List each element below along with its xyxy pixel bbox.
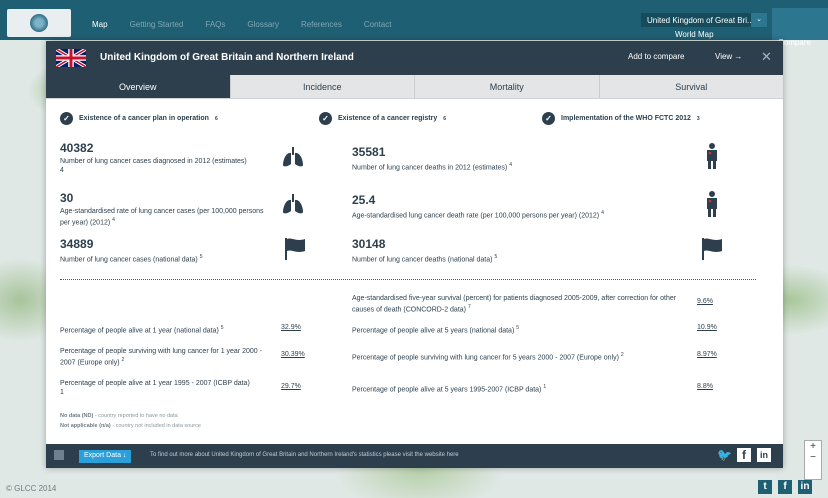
survival-concord-label: Age-standardised five-year survival (per… — [352, 295, 677, 314]
stat-value: 34889 — [60, 237, 94, 251]
glcc-logo[interactable] — [7, 9, 71, 37]
note-no-data: No data (ND) - country reported to have … — [60, 413, 178, 419]
uk-flag-icon — [56, 49, 86, 67]
check-label: Existence of a cancer plan in operation — [79, 115, 209, 122]
facebook-icon[interactable]: f — [737, 448, 751, 462]
flag-icon — [285, 238, 305, 260]
main-nav: Map Getting Started FAQs Glossary Refere… — [92, 20, 391, 29]
stat-cases-national: 34889 Number of lung cancer cases (natio… — [60, 237, 270, 264]
compare-panel-toggle[interactable]: Compare — [772, 8, 828, 47]
overview-content: ✓ Existence of a cancer plan in operatio… — [46, 99, 783, 444]
modal-social-icons: 🐦 f in — [717, 448, 771, 462]
tab-mortality[interactable]: Mortality — [415, 75, 600, 98]
survival-1yr-national-value[interactable]: 32.9% — [281, 324, 301, 331]
check-cancer-plan: ✓ Existence of a cancer plan in operatio… — [60, 112, 218, 125]
nav-contact[interactable]: Contact — [364, 20, 392, 29]
person-icon — [707, 191, 717, 217]
survival-1yr-icbp-value[interactable]: 29.7% — [281, 383, 301, 390]
twitter-icon[interactable]: 🐦 — [717, 448, 732, 462]
map-select-value: World Map — [675, 30, 714, 39]
nav-getting-started[interactable]: Getting Started — [130, 20, 184, 29]
check-icon: ✓ — [60, 112, 73, 125]
stat-value: 30148 — [352, 237, 386, 251]
stat-death-rate: 25.4 Age-standardised lung cancer death … — [352, 193, 682, 220]
modal-header: United Kingdom of Great Britain and Nort… — [46, 41, 783, 75]
chevron-down-icon: ⌄ — [751, 13, 767, 27]
country-select[interactable]: United Kingdom of Great Bri... ⌄ — [641, 13, 767, 27]
survival-5yr-national-label: Percentage of people alive at 5 years (n… — [352, 325, 520, 335]
check-cancer-registry: ✓ Existence of a cancer registry 6 — [319, 112, 446, 125]
modal-title: United Kingdom of Great Britain and Nort… — [100, 52, 354, 63]
survival-5yr-icbp-label: Percentage of people alive at 5 years 19… — [352, 384, 547, 394]
survival-5yr-icbp-value[interactable]: 8.8% — [697, 383, 713, 390]
survival-1yr-icbp-label: Percentage of people alive at 1 year 199… — [60, 380, 250, 396]
survival-5yr-national-value[interactable]: 10.9% — [697, 324, 717, 331]
country-modal: United Kingdom of Great Britain and Nort… — [46, 41, 783, 468]
facebook-icon[interactable]: f — [778, 480, 792, 494]
stat-deaths-national: 30148 Number of lung cancer deaths (nati… — [352, 237, 672, 264]
linkedin-icon[interactable]: in — [757, 448, 771, 462]
modal-footer: Export Data ↓ To find out more about Uni… — [46, 444, 783, 468]
survival-5yr-europe-value[interactable]: 8.97% — [697, 351, 717, 358]
linkedin-icon[interactable]: in — [798, 480, 812, 494]
check-label: Existence of a cancer registry — [338, 115, 438, 122]
tab-survival[interactable]: Survival — [600, 75, 784, 98]
stat-cases-2012: 40382 Number of lung cancer cases diagno… — [60, 141, 270, 175]
stat-value: 30 — [60, 191, 74, 205]
stat-case-rate: 30 Age-standardised rate of lung cancer … — [60, 191, 270, 227]
note-not-applicable: Not applicable (n/a) - country not inclu… — [60, 423, 201, 429]
survival-1yr-europe-label: Percentage of people surviving with lung… — [60, 348, 262, 367]
check-fctc: ✓ Implementation of the WHO FCTC 2012 3 — [542, 112, 700, 125]
country-select-value: United Kingdom of Great Bri... — [647, 16, 754, 25]
add-to-compare-button[interactable]: Add to compare — [628, 52, 684, 61]
survival-1yr-national-label: Percentage of people alive at 1 year (na… — [60, 325, 224, 335]
stat-value: 25.4 — [352, 193, 376, 207]
tab-incidence[interactable]: Incidence — [231, 75, 415, 98]
close-icon[interactable]: ✕ — [761, 49, 772, 65]
section-divider — [60, 279, 756, 280]
nav-references[interactable]: References — [301, 20, 342, 29]
globe-icon — [30, 14, 48, 32]
stat-value: 40382 — [60, 141, 94, 155]
check-label: Implementation of the WHO FCTC 2012 — [561, 115, 691, 122]
person-icon — [707, 143, 717, 169]
twitter-icon[interactable]: t — [758, 480, 772, 494]
copyright-text: © GLCC 2014 — [6, 484, 57, 493]
page-social-icons: t f in — [758, 480, 812, 494]
nav-faqs[interactable]: FAQs — [205, 20, 225, 29]
stat-deaths-2012: 35581 Number of lung cancer deaths in 20… — [352, 145, 672, 172]
tab-overview[interactable]: Overview — [46, 75, 231, 98]
survival-5yr-europe-label: Percentage of people surviving with lung… — [352, 352, 624, 362]
export-data-button[interactable]: Export Data ↓ — [79, 450, 132, 463]
survival-1yr-europe-value[interactable]: 30.39% — [281, 351, 305, 358]
check-icon: ✓ — [542, 112, 555, 125]
view-button[interactable]: View → — [715, 52, 742, 61]
lungs-icon — [283, 147, 303, 167]
nav-map[interactable]: Map — [92, 20, 108, 29]
footer-info-text[interactable]: To find out more about United Kingdom of… — [150, 452, 459, 458]
top-navigation-bar: Map Getting Started FAQs Glossary Refere… — [0, 0, 828, 47]
zoom-control[interactable]: + − — [804, 440, 822, 480]
survival-concord-value[interactable]: 9.6% — [697, 298, 713, 305]
stat-value: 35581 — [352, 145, 386, 159]
check-icon: ✓ — [319, 112, 332, 125]
print-icon[interactable] — [54, 450, 64, 460]
nav-glossary[interactable]: Glossary — [247, 20, 279, 29]
data-notes: No data (ND) - country reported to have … — [60, 411, 201, 431]
flag-icon — [702, 238, 722, 260]
lungs-icon — [283, 194, 303, 214]
map-select[interactable]: World Map — [641, 29, 767, 40]
modal-tabs: Overview Incidence Mortality Survival — [46, 75, 783, 99]
